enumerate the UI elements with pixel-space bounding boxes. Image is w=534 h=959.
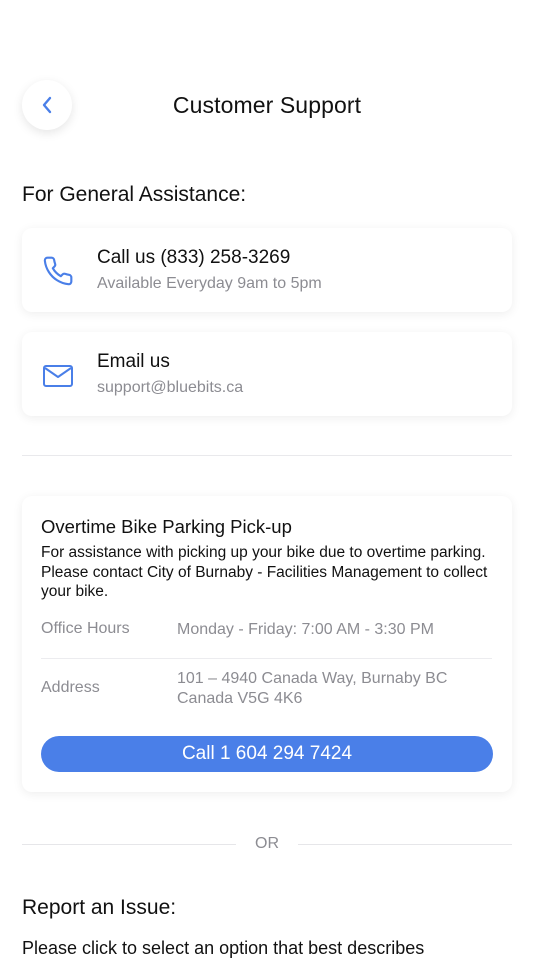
overtime-parking-title: Overtime Bike Parking Pick-up <box>41 516 292 537</box>
page-title: Customer Support <box>172 92 362 118</box>
overtime-parking-card: Overtime Bike Parking Pick-up For assist… <box>22 496 512 792</box>
general-assistance-heading: For General Assistance: <box>22 183 247 206</box>
office-hours-label: Office Hours <box>41 620 130 637</box>
address-value: 101 – 4940 Canada Way, Burnaby BC Canada… <box>177 669 497 708</box>
address-line-1: 101 – 4940 Canada Way, Burnaby BC <box>177 670 448 687</box>
or-divider-right <box>298 844 512 845</box>
report-issue-description: Please click to select an option that be… <box>22 938 425 958</box>
address-line-2: Canada V5G 4K6 <box>177 689 303 707</box>
phone-icon <box>43 256 73 286</box>
overtime-parking-description: For assistance with picking up your bike… <box>41 544 488 600</box>
email-us-card[interactable]: Email us support@bluebits.ca <box>22 332 512 416</box>
address-label: Address <box>41 679 100 696</box>
call-us-card[interactable]: Call us (833) 258-3269 Available Everyda… <box>22 228 512 312</box>
email-us-title: Email us <box>97 351 170 372</box>
office-hours-value: Monday - Friday: 7:00 AM - 3:30 PM <box>177 621 434 638</box>
section-divider <box>22 455 512 456</box>
email-address: support@bluebits.ca <box>97 379 244 396</box>
report-issue-heading: Report an Issue: <box>22 896 177 919</box>
mail-icon <box>43 365 73 387</box>
row-divider <box>41 658 492 659</box>
call-us-hours: Available Everyday 9am to 5pm <box>97 275 322 292</box>
call-facilities-button[interactable]: Call 1 604 294 7424 <box>41 736 493 772</box>
call-us-title: Call us (833) 258-3269 <box>97 247 291 268</box>
